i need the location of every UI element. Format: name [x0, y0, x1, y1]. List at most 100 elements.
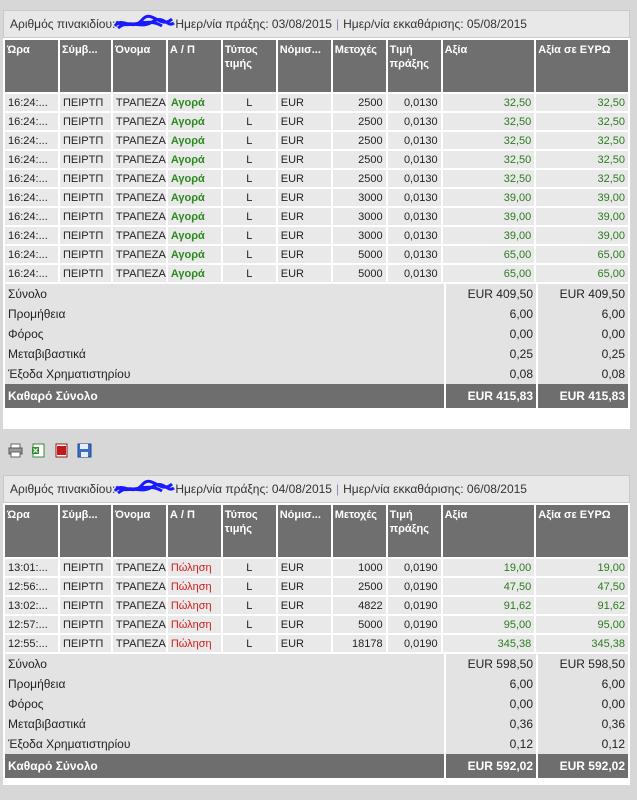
col-price[interactable]: Τιμή πράξης — [387, 505, 441, 557]
table-row[interactable]: 13:02:... ΠΕΙΡΤΠ ΤΡΑΠΕΖΑ Πώληση L EUR 4822 0,01… — [5, 597, 628, 614]
col-time[interactable]: Ώρα — [5, 505, 58, 557]
table-row[interactable]: 12:57:... ΠΕΙΡΤΠ ΤΡΑΠΕΖΑ Πώληση L EUR 5000 0,01… — [5, 616, 628, 633]
summary-label: Μεταβιβαστικά — [5, 344, 444, 364]
trade-date-label: Ημερ/νία πράξης: 04/08/2015 — [175, 482, 332, 496]
cell-shares: 1000 — [332, 559, 386, 576]
cell-side: Αγορά — [167, 94, 221, 111]
cell-contract: ΠΕΙΡΤΠ — [59, 151, 111, 168]
cell-time: 16:24:... — [5, 189, 58, 206]
net-total-value: EUR 415,83 — [446, 384, 536, 408]
cell-shares: 2500 — [332, 113, 386, 130]
col-price-type[interactable]: Τύπος τιμής — [222, 505, 276, 557]
table-row[interactable]: 16:24:... ΠΕΙΡΤΠ ΤΡΑΠΕΖΑ Αγορά L EUR 3000 0,013… — [5, 227, 628, 244]
pdf-icon[interactable] — [54, 443, 69, 458]
cell-price: 0,0190 — [387, 559, 441, 576]
cell-value: 32,50 — [442, 113, 535, 130]
table-row[interactable]: 13:01:... ΠΕΙΡΤΠ ΤΡΑΠΕΖΑ Πώληση L EUR 1000 0,01… — [5, 559, 628, 576]
col-contract[interactable]: Σύμβ... — [59, 505, 111, 557]
table-row[interactable]: 16:24:... ΠΕΙΡΤΠ ΤΡΑΠΕΖΑ Αγορά L EUR 2500 0,013… — [5, 94, 628, 111]
col-shares[interactable]: Μετοχές — [332, 505, 386, 557]
col-value-eur[interactable]: Αξία σε ΕΥΡΩ — [536, 40, 628, 92]
col-value-eur[interactable]: Αξία σε ΕΥΡΩ — [536, 505, 628, 557]
table-row[interactable]: 12:56:... ΠΕΙΡΤΠ ΤΡΑΠΕΖΑ Πώληση L EUR 2500 0,01… — [5, 578, 628, 595]
cell-value: 32,50 — [442, 132, 535, 149]
summary-label: Φόρος — [5, 324, 444, 344]
col-contract[interactable]: Σύμβ... — [59, 40, 111, 92]
excel-icon[interactable] — [31, 443, 46, 458]
cell-contract: ΠΕΙΡΤΠ — [59, 265, 111, 282]
slip-header: Αριθμός πινακιδίου: Ημερ/νία πράξης: 03/… — [3, 10, 630, 38]
summary-label: Σύνολο — [5, 654, 444, 674]
col-currency[interactable]: Νόμισ... — [277, 40, 331, 92]
col-side[interactable]: Α / Π — [167, 505, 221, 557]
cell-currency: EUR — [277, 616, 331, 633]
col-name[interactable]: Όνομα — [112, 505, 166, 557]
cell-price: 0,0130 — [387, 151, 441, 168]
col-shares[interactable]: Μετοχές — [332, 40, 386, 92]
cell-name: ΤΡΑΠΕΖΑ — [112, 578, 166, 595]
summary-row: Μεταβιβαστικά 0,36 0,36 — [5, 714, 628, 734]
table-row[interactable]: 16:24:... ΠΕΙΡΤΠ ΤΡΑΠΕΖΑ Αγορά L EUR 2500 0,013… — [5, 132, 628, 149]
cell-name: ΤΡΑΠΕΖΑ — [112, 151, 166, 168]
cell-price: 0,0130 — [387, 208, 441, 225]
cell-currency: EUR — [277, 578, 331, 595]
cell-time: 16:24:... — [5, 94, 58, 111]
cell-currency: EUR — [277, 94, 331, 111]
cell-time: 12:57:... — [5, 616, 58, 633]
col-price-type[interactable]: Τύπος τιμής — [222, 40, 276, 92]
save-icon[interactable] — [77, 443, 92, 458]
summary-value: 6,00 — [446, 674, 536, 694]
summary-value-eur: 0,00 — [538, 324, 628, 344]
cell-contract: ΠΕΙΡΤΠ — [59, 208, 111, 225]
table-header-row: Ώρα Σύμβ... Όνομα Α / Π Τύπος τιμής Νόμι… — [5, 40, 628, 92]
table-row[interactable]: 16:24:... ΠΕΙΡΤΠ ΤΡΑΠΕΖΑ Αγορά L EUR 2500 0,013… — [5, 170, 628, 187]
col-name[interactable]: Όνομα — [112, 40, 166, 92]
net-total-value-eur: EUR 592,02 — [538, 754, 628, 778]
cell-time: 16:24:... — [5, 208, 58, 225]
summary-label: Προμήθεια — [5, 674, 444, 694]
cell-side: Αγορά — [167, 151, 221, 168]
cell-price: 0,0130 — [387, 246, 441, 263]
cell-price-type: L — [222, 635, 276, 652]
trades-table: Ώρα Σύμβ... Όνομα Α / Π Τύπος τιμής Νόμι… — [3, 503, 630, 654]
cell-price: 0,0130 — [387, 94, 441, 111]
col-time[interactable]: Ώρα — [5, 40, 58, 92]
cell-contract: ΠΕΙΡΤΠ — [59, 559, 111, 576]
cell-name: ΤΡΑΠΕΖΑ — [112, 170, 166, 187]
table-row[interactable]: 16:24:... ΠΕΙΡΤΠ ΤΡΑΠΕΖΑ Αγορά L EUR 5000 0,013… — [5, 265, 628, 282]
cell-currency: EUR — [277, 597, 331, 614]
cell-side: Αγορά — [167, 132, 221, 149]
table-row[interactable]: 16:24:... ΠΕΙΡΤΠ ΤΡΑΠΕΖΑ Αγορά L EUR 5000 0,013… — [5, 246, 628, 263]
col-price[interactable]: Τιμή πράξης — [387, 40, 441, 92]
summary-value-eur: 0,08 — [538, 364, 628, 384]
cell-side: Αγορά — [167, 189, 221, 206]
cell-contract: ΠΕΙΡΤΠ — [59, 597, 111, 614]
col-value[interactable]: Αξία — [442, 505, 535, 557]
cell-currency: EUR — [277, 151, 331, 168]
cell-contract: ΠΕΙΡΤΠ — [59, 578, 111, 595]
cell-side: Αγορά — [167, 208, 221, 225]
cell-shares: 2500 — [332, 151, 386, 168]
summary-value: 6,00 — [446, 304, 536, 324]
cell-name: ΤΡΑΠΕΖΑ — [112, 94, 166, 111]
printer-icon[interactable] — [8, 443, 23, 458]
table-row[interactable]: 16:24:... ΠΕΙΡΤΠ ΤΡΑΠΕΖΑ Αγορά L EUR 2500 0,013… — [5, 113, 628, 130]
table-row[interactable]: 16:24:... ΠΕΙΡΤΠ ΤΡΑΠΕΖΑ Αγορά L EUR 3000 0,013… — [5, 189, 628, 206]
col-currency[interactable]: Νόμισ... — [277, 505, 331, 557]
cell-value-eur: 32,50 — [536, 113, 628, 130]
table-row[interactable]: 16:24:... ΠΕΙΡΤΠ ΤΡΑΠΕΖΑ Αγορά L EUR 3000 0,013… — [5, 208, 628, 225]
table-row[interactable]: 16:24:... ΠΕΙΡΤΠ ΤΡΑΠΕΖΑ Αγορά L EUR 2500 0,013… — [5, 151, 628, 168]
summary-row: Προμήθεια 6,00 6,00 — [5, 304, 628, 324]
cell-value-eur: 47,50 — [536, 578, 628, 595]
summary-value-eur: EUR 598,50 — [538, 654, 628, 674]
cell-currency: EUR — [277, 559, 331, 576]
cell-price: 0,0130 — [387, 189, 441, 206]
col-value[interactable]: Αξία — [442, 40, 535, 92]
table-row[interactable]: 12:55:... ΠΕΙΡΤΠ ΤΡΑΠΕΖΑ Πώληση L EUR 18178 0,0… — [5, 635, 628, 652]
cell-currency: EUR — [277, 170, 331, 187]
col-side[interactable]: Α / Π — [167, 40, 221, 92]
summary-label: Σύνολο — [5, 284, 444, 304]
cell-price: 0,0190 — [387, 578, 441, 595]
cell-value-eur: 39,00 — [536, 189, 628, 206]
cell-price-type: L — [222, 189, 276, 206]
